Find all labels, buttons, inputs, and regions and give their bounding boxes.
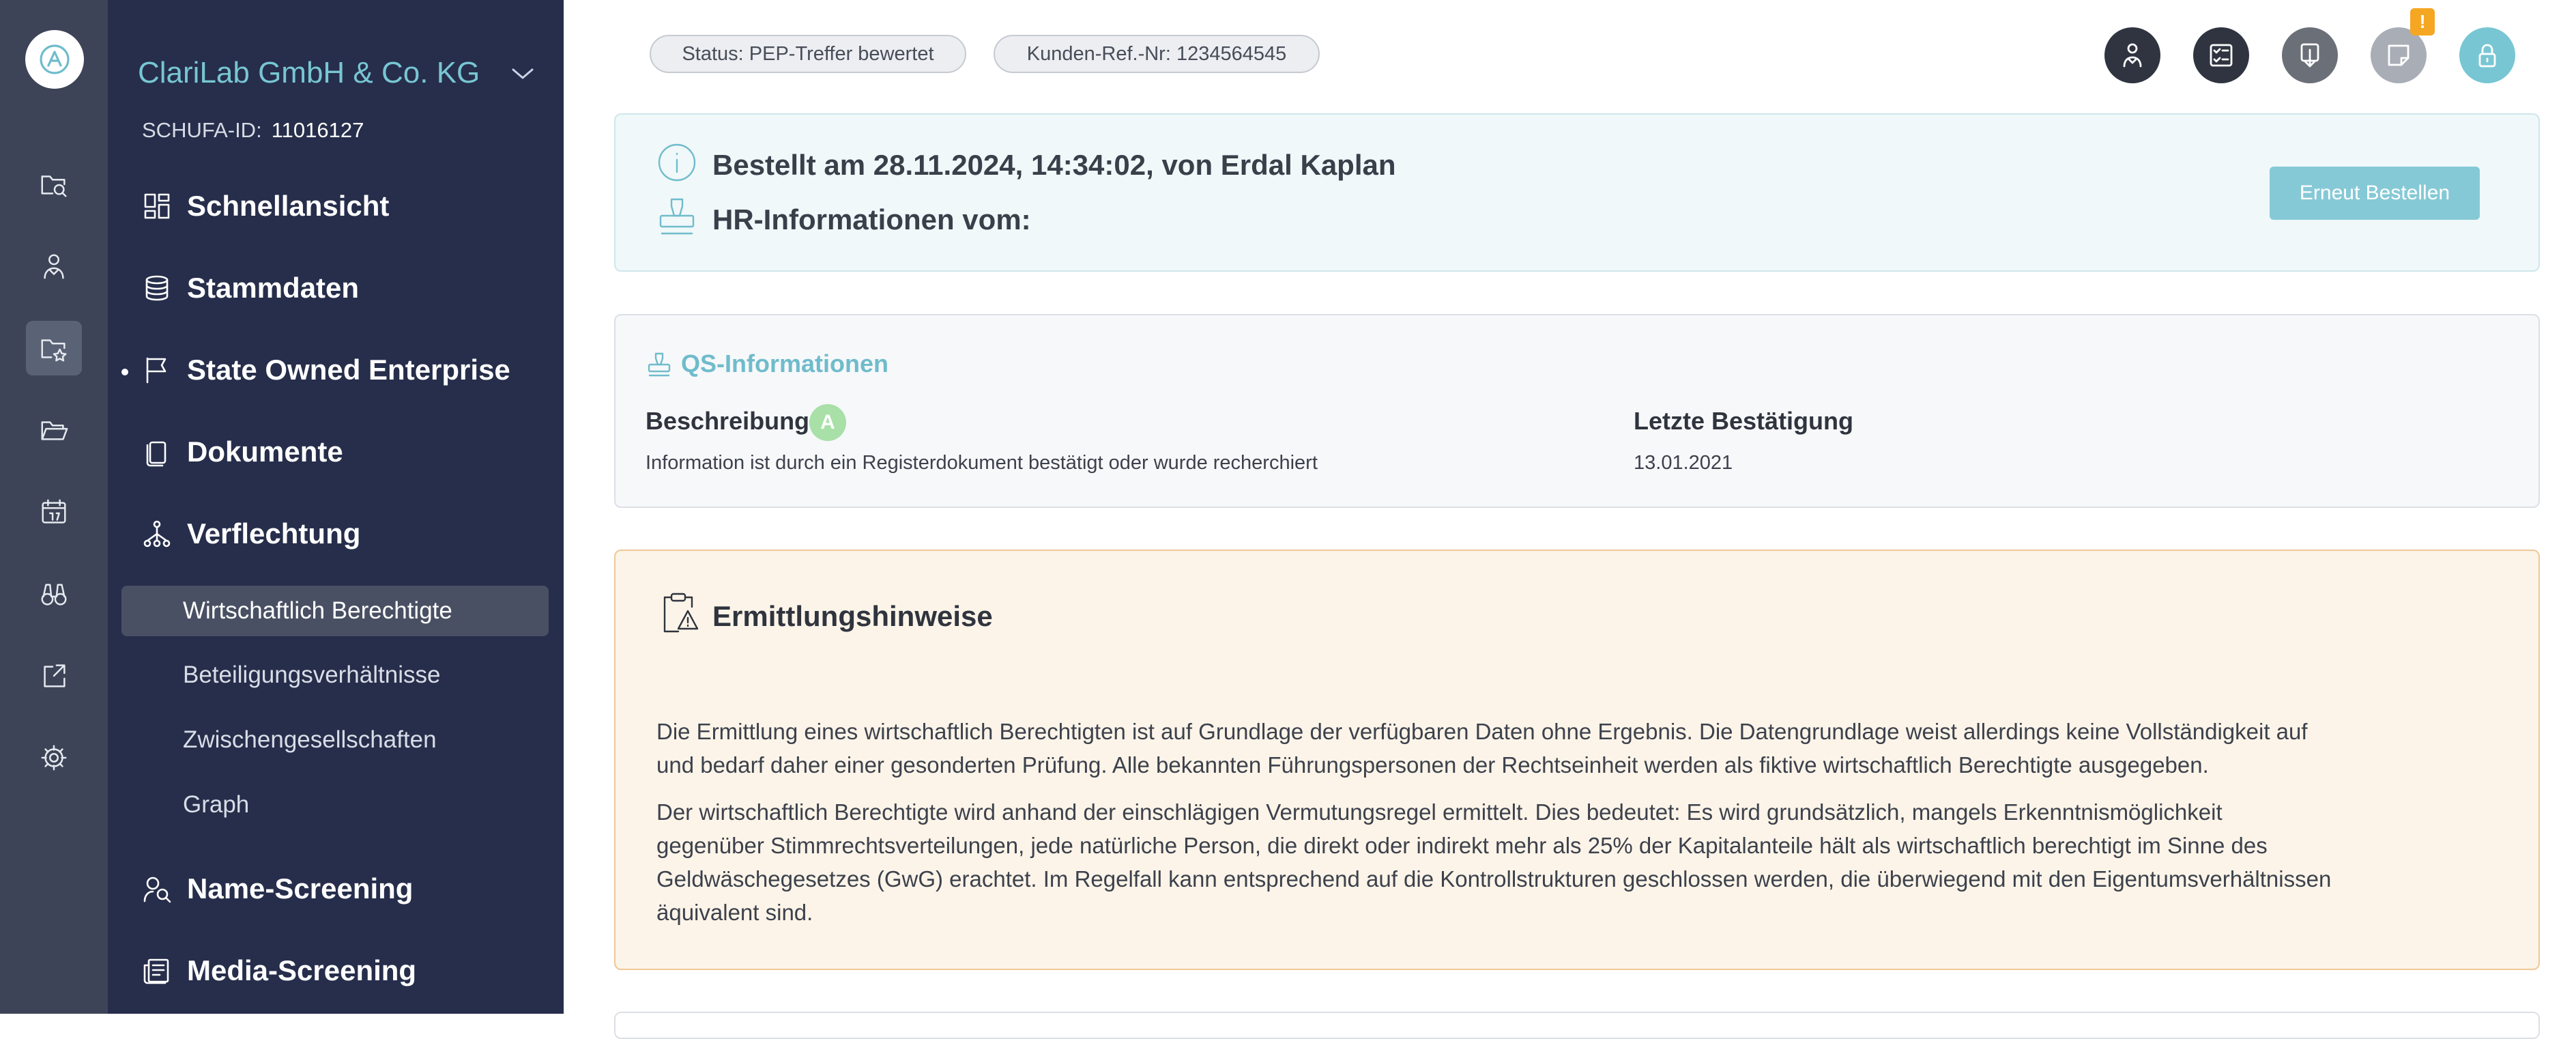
documents-icon <box>146 441 167 467</box>
rail-settings-icon[interactable] <box>26 730 82 785</box>
nav-item-stammdaten[interactable]: Stammdaten <box>142 266 359 310</box>
person-check-icon <box>2123 43 2142 68</box>
clarilab-logo-icon[interactable] <box>25 30 84 89</box>
nav-item-name-screening[interactable]: Name-Screening <box>142 867 413 911</box>
nav-label: Name-Screening <box>187 872 414 905</box>
nav-item-media-screening[interactable]: Media-Screening <box>142 949 416 993</box>
nav-item-dokumente[interactable]: Dokumente <box>142 430 343 474</box>
qs-title: QS-Informationen <box>681 350 888 378</box>
rail-folder-open-icon[interactable] <box>26 403 82 457</box>
icon-rail <box>0 0 108 1014</box>
person-check-button[interactable] <box>2104 27 2160 83</box>
network-icon <box>143 520 171 547</box>
nav-item-schnellansicht[interactable]: Schnellansicht <box>142 184 389 228</box>
main-content: Status: PEP-Treffer bewertet Kunden-Ref.… <box>564 0 2576 1039</box>
rail-folder-star-icon[interactable] <box>26 321 82 375</box>
sub-nav-graph[interactable]: Graph <box>121 780 549 830</box>
warning-badge: ! <box>2410 8 2435 35</box>
last-confirmation-value: 13.01.2021 <box>1634 452 1733 474</box>
nav-label: Dokumente <box>187 436 343 468</box>
nav-label: Media-Screening <box>187 954 417 986</box>
hr-info-text: HR-Informationen vom: <box>712 203 1031 236</box>
sub-nav-beteiligungsverhaeltnisse[interactable]: Beteiligungsverhältnisse <box>121 650 549 700</box>
hints-title: Ermittlungshinweise <box>712 600 993 632</box>
nav-item-state-owned-enterprise[interactable]: State Owned Enterprise <box>142 348 510 392</box>
next-card <box>614 1012 2540 1039</box>
database-icon <box>145 275 169 301</box>
sidebar: ClariLab GmbH & Co. KG SCHUFA-ID: 1101612… <box>108 0 564 1014</box>
nav-item-verflechtung[interactable]: Verflechtung <box>142 512 360 556</box>
status-badge: Status: PEP-Treffer bewertet <box>650 35 966 73</box>
stamp-icon <box>646 351 673 382</box>
nav-label: Schnellansicht <box>187 190 390 222</box>
info-icon <box>655 141 699 184</box>
flag-icon <box>146 357 167 384</box>
lock-button[interactable] <box>2459 27 2515 83</box>
schufa-label: SCHUFA-ID: <box>142 118 262 142</box>
description-value: Information ist durch ein Registerdokume… <box>646 452 1318 474</box>
hints-paragraph-1: Die Ermittlung eines wirtschaftlich Bere… <box>656 719 2308 778</box>
nav-label: State Owned Enterprise <box>187 354 510 386</box>
reorder-button[interactable]: Erneut Bestellen <box>2270 167 2480 220</box>
sub-nav-wirtschaftlich-berechtigte[interactable]: Wirtschaftlich Berechtigte <box>121 586 549 636</box>
download-icon <box>2300 43 2319 68</box>
rail-person-icon[interactable] <box>26 239 82 294</box>
note-button[interactable] <box>2371 27 2427 83</box>
stamp-icon <box>655 195 699 239</box>
rail-folder-search-icon[interactable] <box>26 157 82 212</box>
order-info-card: Bestellt am 28.11.2024, 14:34:02, von Er… <box>614 113 2540 272</box>
last-confirmation-label: Letzte Bestätigung <box>1634 407 1854 435</box>
description-label: Beschreibung <box>646 407 810 435</box>
grade-badge: A <box>809 404 846 441</box>
nav-label: Verflechtung <box>187 517 361 550</box>
lock-icon <box>2478 44 2496 68</box>
reference-badge: Kunden-Ref.-Nr: 1234564545 <box>994 35 1320 73</box>
note-icon <box>2388 44 2409 66</box>
sub-nav-zwischengesellschaften[interactable]: Zwischengesellschaften <box>121 715 549 765</box>
dashboard-icon <box>144 193 170 219</box>
rail-share-box-icon[interactable] <box>26 649 82 703</box>
nav-label: Stammdaten <box>187 272 360 304</box>
person-search-icon <box>143 877 171 903</box>
checklist-icon <box>2210 44 2233 67</box>
qs-info-card: QS-Informationen Beschreibung A Informat… <box>614 314 2540 508</box>
order-date-text: Bestellt am 28.11.2024, 14:34:02, von Er… <box>712 149 1396 181</box>
hints-paragraph-2: Der wirtschaftlich Berechtigte wird anha… <box>656 799 2332 925</box>
checklist-button[interactable] <box>2193 27 2249 83</box>
investigation-hints-card: Ermittlungshinweise Die Ermittlung eines… <box>614 550 2540 970</box>
clipboard-warning-icon <box>655 590 701 640</box>
schufa-id: SCHUFA-ID: 11016127 <box>142 118 364 143</box>
rail-calendar-icon[interactable] <box>26 485 82 539</box>
newspaper-icon <box>143 958 169 984</box>
chevron-down-icon[interactable] <box>510 66 535 85</box>
active-dot <box>121 369 128 375</box>
download-button[interactable] <box>2282 27 2338 83</box>
schufa-value: 11016127 <box>271 118 364 142</box>
rail-binoculars-icon[interactable] <box>26 567 82 621</box>
company-name[interactable]: ClariLab GmbH & Co. KG <box>138 56 480 90</box>
